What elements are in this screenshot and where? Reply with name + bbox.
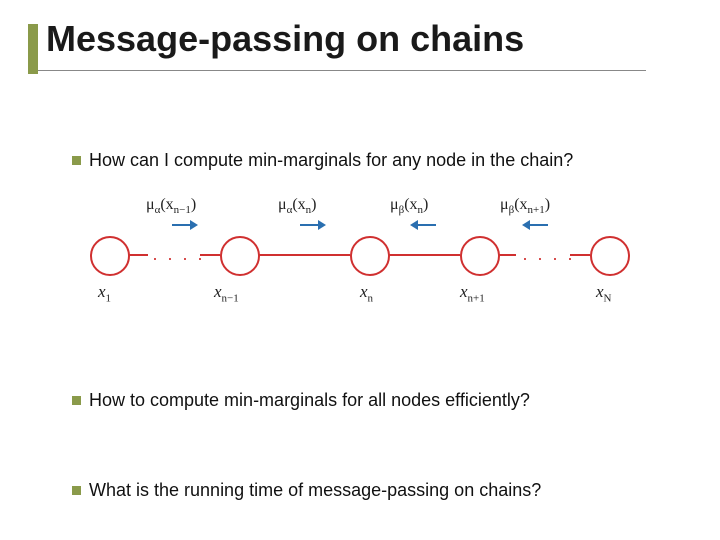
graph-node <box>220 236 260 276</box>
graph-edge <box>498 254 516 256</box>
graph-edge <box>388 254 460 256</box>
arrow-right-icon <box>172 220 198 230</box>
graph-node <box>90 236 130 276</box>
graph-node <box>350 236 390 276</box>
graph-edge-dots: · · · · <box>522 248 575 269</box>
arrow-left-icon <box>522 220 548 230</box>
node-label: x1 <box>98 282 111 304</box>
graph-edge <box>128 254 148 256</box>
message-label: μα(xn−1) <box>146 196 196 216</box>
node-label: xN <box>596 282 612 304</box>
bullet-item: How can I compute min-marginals for any … <box>72 150 573 171</box>
graph-node <box>590 236 630 276</box>
title-block: Message-passing on chains <box>28 18 668 71</box>
node-label: xn <box>360 282 373 304</box>
graph-edge <box>200 254 220 256</box>
chain-diagram: μα(xn−1) μα(xn) μβ(xn) μβ(xn+1) · · · · … <box>90 200 630 320</box>
bullet-item: What is the running time of message-pass… <box>72 480 541 501</box>
bullet-square-icon <box>72 486 81 495</box>
bullet-square-icon <box>72 156 81 165</box>
message-label: μβ(xn) <box>390 196 428 216</box>
title-underline <box>32 70 646 71</box>
bullet-square-icon <box>72 396 81 405</box>
arrow-right-icon <box>300 220 326 230</box>
message-label: μα(xn) <box>278 196 317 216</box>
graph-edge <box>258 254 350 256</box>
node-label: xn+1 <box>460 282 485 304</box>
bullet-text: How to compute min-marginals for all nod… <box>89 390 530 411</box>
message-label: μβ(xn+1) <box>500 196 550 216</box>
bullet-text: What is the running time of message-pass… <box>89 480 541 501</box>
graph-node <box>460 236 500 276</box>
node-label: xn−1 <box>214 282 239 304</box>
bullet-item: How to compute min-marginals for all nod… <box>72 390 530 411</box>
accent-bar <box>28 24 38 74</box>
slide-title: Message-passing on chains <box>46 18 668 70</box>
arrow-left-icon <box>410 220 436 230</box>
bullet-text: How can I compute min-marginals for any … <box>89 150 573 171</box>
graph-edge <box>570 254 590 256</box>
graph-edge-dots: · · · · <box>152 248 205 269</box>
